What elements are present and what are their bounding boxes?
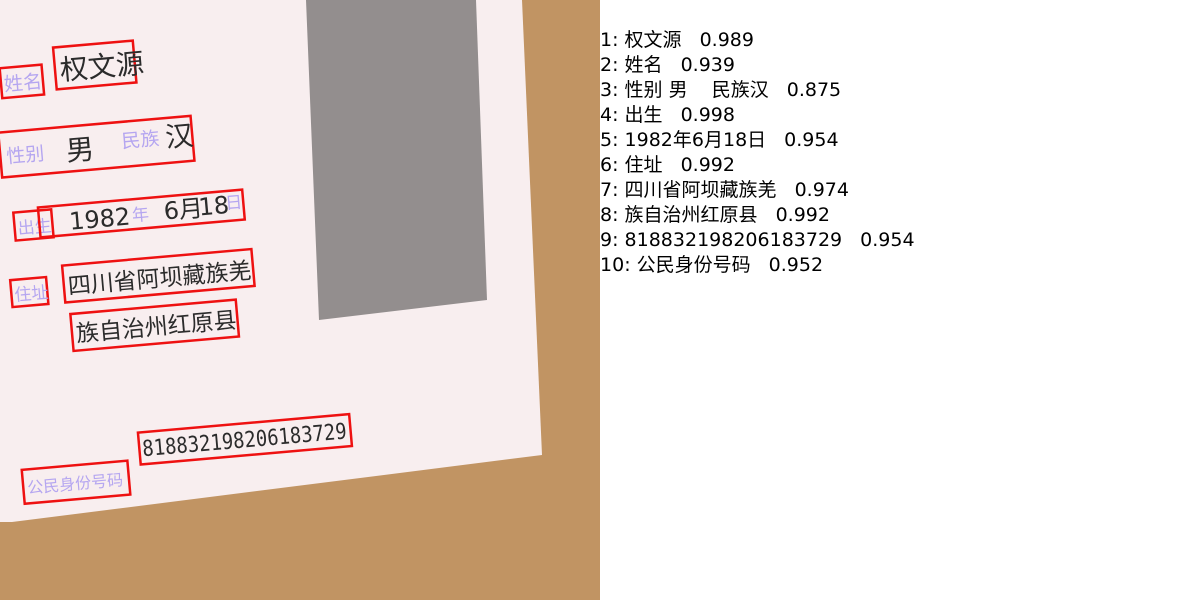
ocr-result-list: 1权文源0.9892姓名0.9393性别 男 民族汉0.8754出生0.9985… xyxy=(600,28,915,278)
ocr-image-panel: 姓名 权文源 性别 男 民族 汉 出生 1982 年 6月 18 日 住址 四川… xyxy=(0,0,600,600)
birth-day-char: 日 xyxy=(224,193,243,214)
birth-year: 1982 xyxy=(68,203,131,236)
result-index: 7 xyxy=(600,179,625,201)
result-score: 0.954 xyxy=(860,229,915,251)
ocr-result-item: 6住址 0.992 xyxy=(600,153,915,178)
ocr-result-item: 2姓名 0.939 xyxy=(600,53,915,78)
result-score: 0.989 xyxy=(699,29,754,51)
result-score: 0.992 xyxy=(775,204,830,226)
result-index: 5 xyxy=(600,129,625,151)
result-text: 四川省阿坝藏族羌 xyxy=(624,179,777,201)
ocr-result-item: 1权文源 0.989 xyxy=(600,28,915,53)
ocr-result-item: 10公民身份号码 0.952 xyxy=(600,253,915,278)
result-index: 1 xyxy=(600,29,625,51)
ocr-results-panel: 1权文源0.9892姓名0.9393性别 男 民族汉0.8754出生0.9985… xyxy=(600,0,1200,600)
sex-value: 男 xyxy=(65,132,96,167)
result-score: 0.875 xyxy=(786,79,842,101)
result-score: 0.992 xyxy=(680,154,735,176)
result-index: 8 xyxy=(600,204,625,226)
result-index: 9 xyxy=(600,229,625,251)
result-index: 3 xyxy=(600,79,625,101)
ethnicity-value: 汉 xyxy=(164,119,195,154)
result-text: 818832198206183729 xyxy=(624,229,843,251)
result-text: 公民身份号码 xyxy=(636,254,751,276)
ocr-result-item: 9818832198206183729 0.954 xyxy=(600,228,915,253)
ocr-result-item: 51982年6月18日 0.954 xyxy=(600,128,915,153)
result-text: 住址 xyxy=(624,154,663,176)
result-text: 族自治州红原县 xyxy=(624,204,758,226)
result-text: 姓名 xyxy=(624,54,663,76)
result-text: 出生 xyxy=(624,104,663,126)
sex-label: 性别 xyxy=(5,143,45,168)
name-label: 姓名 xyxy=(3,71,43,96)
ocr-result-item: 7四川省阿坝藏族羌 0.974 xyxy=(600,178,915,203)
address-label: 住址 xyxy=(14,283,50,306)
result-index: 2 xyxy=(600,54,625,76)
result-score: 0.952 xyxy=(768,254,824,276)
ocr-result-item: 3性别 男 民族汉 0.875 xyxy=(600,78,915,103)
ocr-result-item: 8族自治州红原县 0.992 xyxy=(600,203,915,228)
result-score: 0.974 xyxy=(794,179,849,201)
result-score: 0.954 xyxy=(784,129,839,151)
result-text: 1982年6月18日 xyxy=(624,129,767,151)
result-score: 0.998 xyxy=(680,104,735,126)
result-index: 10 xyxy=(600,254,637,276)
result-index: 6 xyxy=(600,154,625,176)
id-card-image: 姓名 权文源 性别 男 民族 汉 出生 1982 年 6月 18 日 住址 四川… xyxy=(0,0,542,522)
result-score: 0.939 xyxy=(680,54,735,76)
birth-year-char: 年 xyxy=(131,205,150,226)
result-index: 4 xyxy=(600,104,625,126)
result-text: 权文源 xyxy=(624,29,682,51)
ocr-result-item: 4出生 0.998 xyxy=(600,103,915,128)
ethnicity-label: 民族 xyxy=(121,128,161,153)
result-text: 性别 男 民族汉 xyxy=(624,79,769,101)
id-photo xyxy=(306,0,487,320)
